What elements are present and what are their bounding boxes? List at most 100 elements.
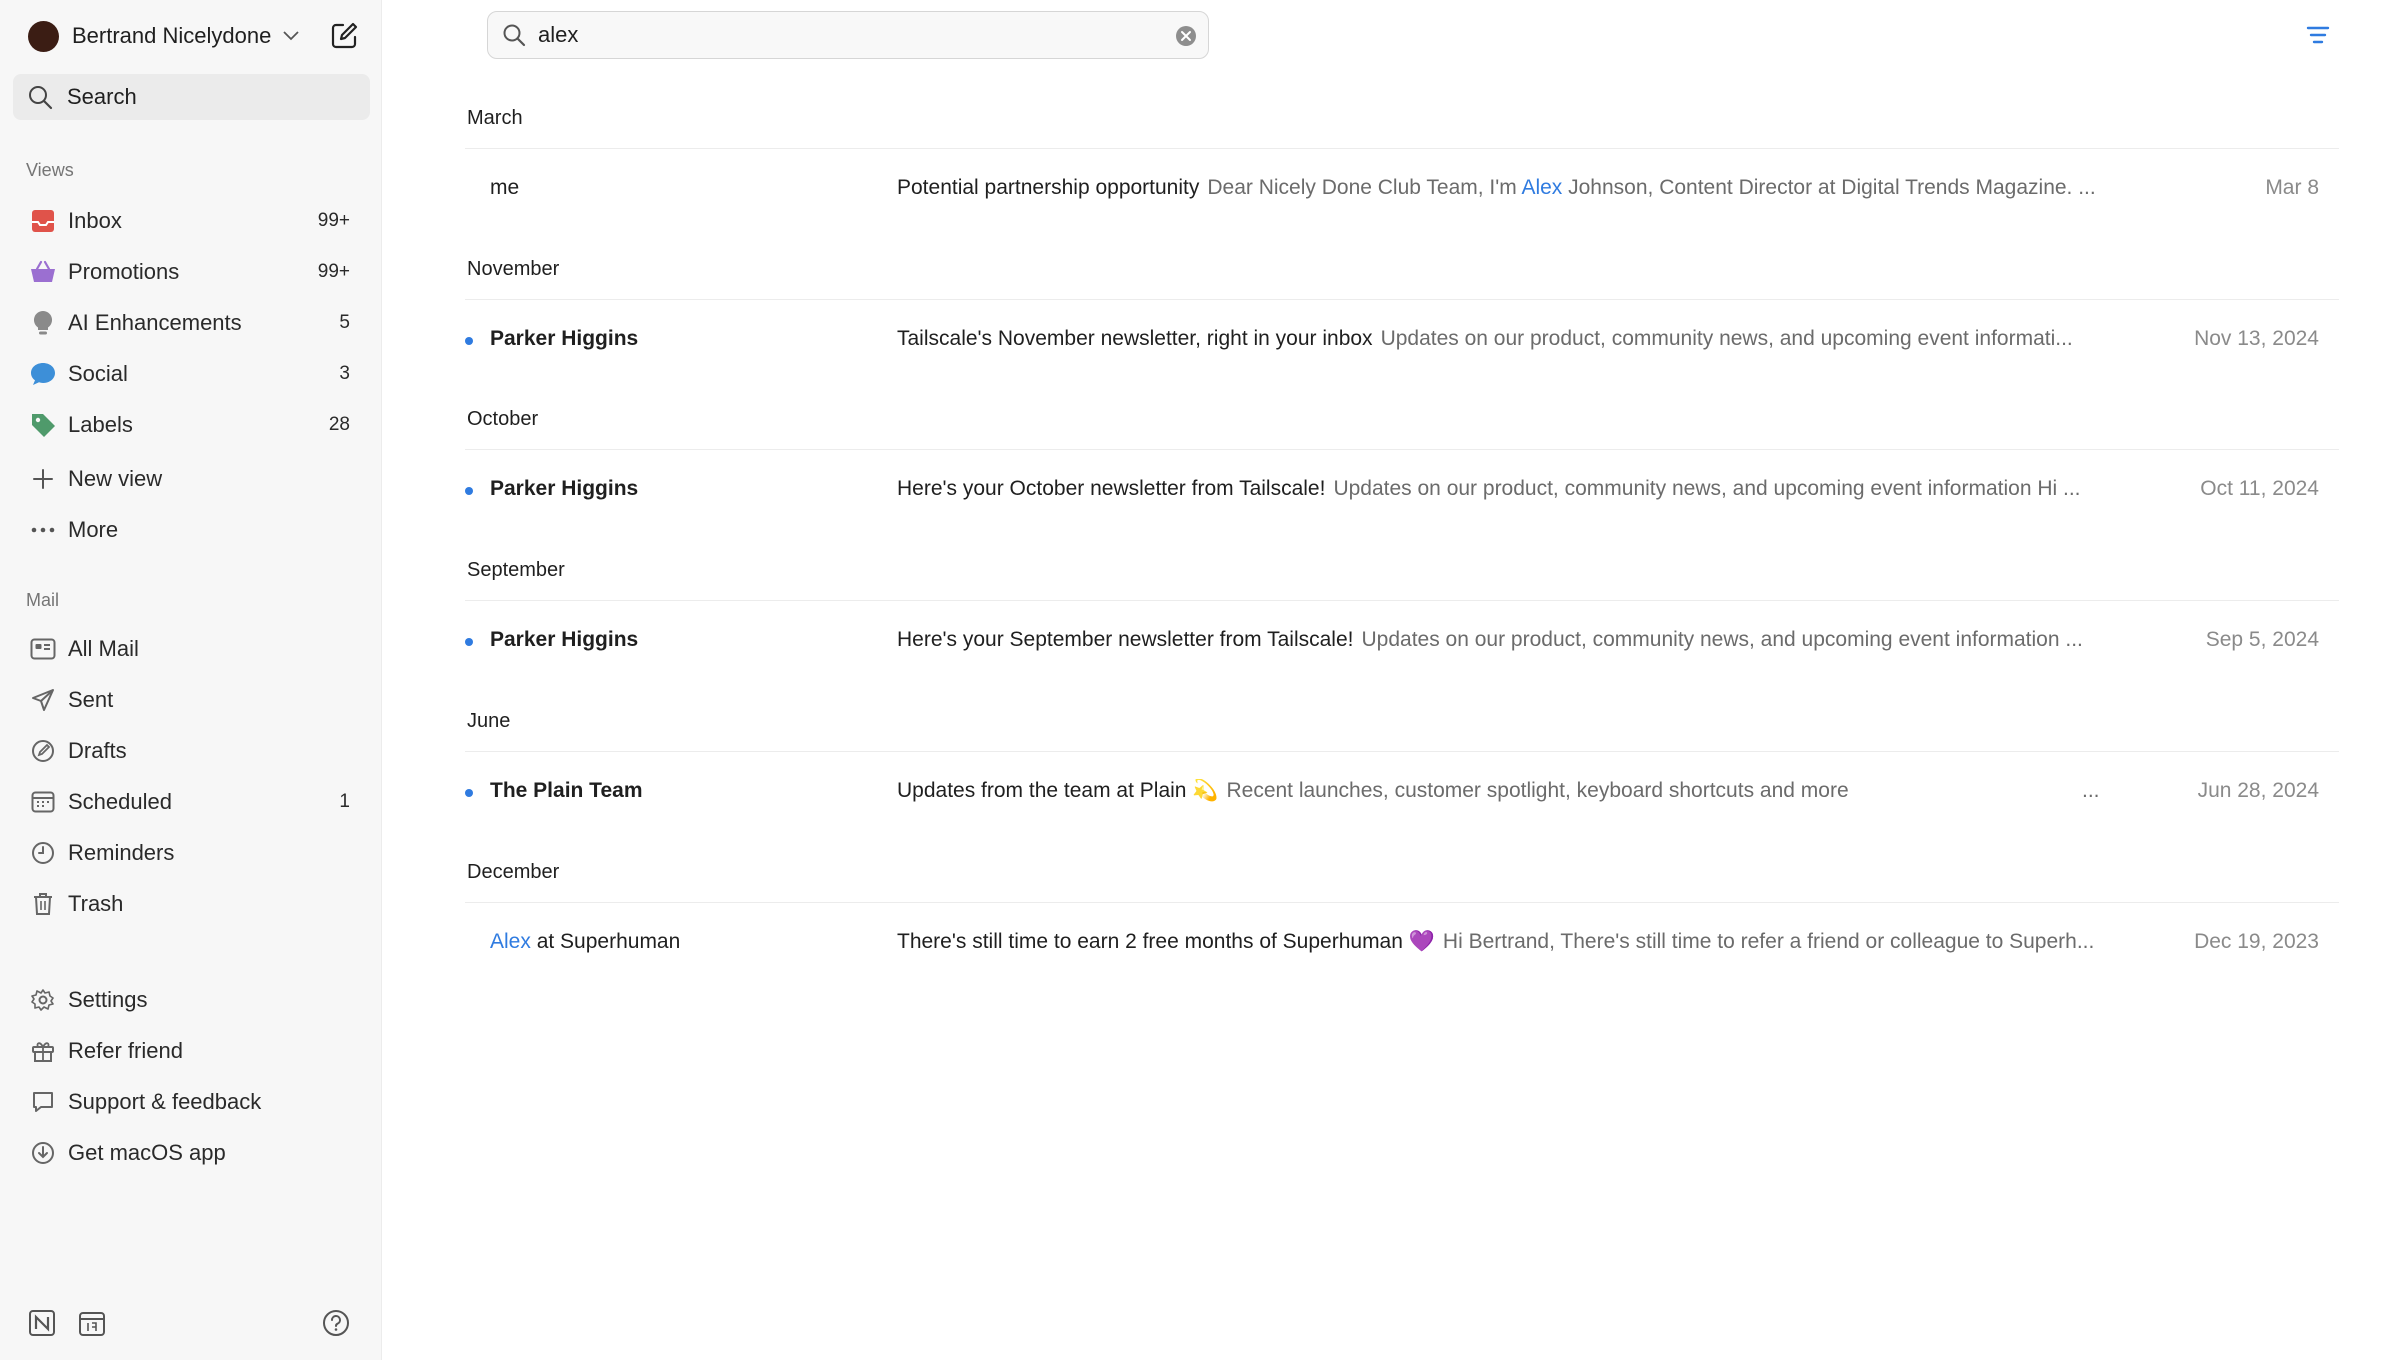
email-row[interactable]: me Potential partnership opportunity Dear… <box>465 160 2339 220</box>
new-view-button[interactable]: New view <box>13 456 370 502</box>
sidebar-item-label: Refer friend <box>68 1038 183 1063</box>
search-input[interactable] <box>538 22 1138 48</box>
email-subject: Potential partnership opportunity <box>897 176 1200 199</box>
sidebar-item-drafts[interactable]: Drafts <box>13 728 370 774</box>
notion-icon[interactable] <box>28 1309 56 1342</box>
email-row[interactable]: Alex at Superhuman There's still time to… <box>465 914 2339 974</box>
sidebar-item-label: Get macOS app <box>68 1140 226 1165</box>
group-header-november: November <box>467 258 560 280</box>
more-label: More <box>68 517 119 542</box>
email-subject: Tailscale's November newsletter, right i… <box>897 327 1373 350</box>
promotions-count: 99+ <box>317 261 350 282</box>
labels-count: 28 <box>328 414 350 435</box>
search-field[interactable] <box>487 11 1209 59</box>
chevron-down-icon[interactable] <box>283 26 303 46</box>
email-subject-line: Here's your October newsletter from Tail… <box>897 477 2135 501</box>
lightbulb-icon <box>29 309 57 337</box>
account-name: Bertrand Nicelydone <box>72 23 272 48</box>
clock-icon <box>29 839 57 867</box>
group-divider <box>465 148 2339 149</box>
sidebar-item-settings[interactable]: Settings <box>13 977 370 1023</box>
sidebar-item-label: Social <box>68 361 128 386</box>
sidebar-item-label: AI Enhancements <box>68 310 242 335</box>
more-button[interactable]: More <box>13 507 370 553</box>
compose-icon[interactable] <box>329 21 359 51</box>
sidebar-item-get-macos-app[interactable]: Get macOS app <box>13 1130 370 1176</box>
email-row[interactable]: The Plain Team Updates from the team at … <box>465 763 2339 823</box>
sidebar-item-ai-enhancements[interactable]: AI Enhancements 5 <box>13 300 370 346</box>
sidebar-item-sent[interactable]: Sent <box>13 677 370 723</box>
calendar-icon <box>29 788 57 816</box>
search-button[interactable]: Search <box>13 74 370 120</box>
email-subject: There's still time to earn 2 free months… <box>897 930 1435 953</box>
avatar[interactable] <box>28 20 59 52</box>
sidebar-item-trash[interactable]: Trash <box>13 881 370 927</box>
sidebar-item-scheduled[interactable]: Scheduled 1 <box>13 779 370 825</box>
sidebar-item-reminders[interactable]: Reminders <box>13 830 370 876</box>
search-icon <box>29 86 53 110</box>
gift-icon <box>29 1037 57 1065</box>
sidebar-item-label: Trash <box>68 891 124 916</box>
group-divider <box>465 299 2339 300</box>
unread-dot <box>465 487 473 495</box>
search-button-label: Search <box>67 84 137 109</box>
more-dots-icon <box>29 516 57 544</box>
group-divider <box>465 600 2339 601</box>
email-subject-line: Tailscale's November newsletter, right i… <box>897 327 2135 351</box>
unread-dot <box>465 638 473 646</box>
sidebar-item-label: Support & feedback <box>68 1089 262 1114</box>
group-header-march: March <box>467 107 523 129</box>
sidebar-item-inbox[interactable]: Inbox 99+ <box>13 198 370 244</box>
email-preview: Updates on our product, community news, … <box>1333 477 2081 500</box>
group-header-september: September <box>467 559 565 581</box>
email-subject-line: Potential partnership opportunity Dear Ni… <box>897 176 2135 200</box>
email-date: Mar 8 <box>2265 176 2319 199</box>
inbox-icon <box>29 207 57 235</box>
sidebar-item-refer-friend[interactable]: Refer friend <box>13 1028 370 1074</box>
group-divider <box>465 449 2339 450</box>
calendar-app-icon[interactable] <box>78 1309 106 1342</box>
filter-icon[interactable] <box>2306 24 2330 46</box>
tag-icon <box>29 411 57 439</box>
group-divider <box>465 902 2339 903</box>
search-highlight: Alex <box>1521 176 1563 199</box>
email-preview: Dear Nicely Done Club Team, I'm Alex Joh… <box>1207 176 2096 199</box>
sidebar-item-labels[interactable]: Labels 28 <box>13 402 370 448</box>
sidebar-item-label: Sent <box>68 687 114 712</box>
email-date: Sep 5, 2024 <box>2205 628 2319 651</box>
sidebar: Bertrand Nicelydone Search Views Inbox 9… <box>0 0 382 1360</box>
email-row[interactable]: Parker Higgins Tailscale's November news… <box>465 311 2339 371</box>
sidebar-item-label: Reminders <box>68 840 175 865</box>
email-subject-line: Updates from the team at Plain 💫 Recent l… <box>897 779 2135 803</box>
email-sender: The Plain Team <box>490 779 643 802</box>
trash-icon <box>29 890 57 918</box>
plus-icon <box>29 465 57 493</box>
help-icon[interactable] <box>322 1309 350 1342</box>
email-date: Nov 13, 2024 <box>2194 327 2319 350</box>
email-sender: Parker Higgins <box>490 477 639 500</box>
sidebar-item-label: Drafts <box>68 738 127 763</box>
search-icon <box>503 24 526 47</box>
sidebar-item-promotions[interactable]: Promotions 99+ <box>13 249 370 295</box>
sidebar-item-all-mail[interactable]: All Mail <box>13 626 370 672</box>
social-count: 3 <box>339 363 350 384</box>
email-preview: Hi Bertrand, There's still time to refer… <box>1442 930 2095 953</box>
all-mail-icon <box>29 635 57 663</box>
drafts-icon <box>29 737 57 765</box>
email-row[interactable]: Parker Higgins Here's your October newsl… <box>465 461 2339 521</box>
email-subject-line: Here's your September newsletter from Ta… <box>897 628 2135 652</box>
sidebar-item-label: Labels <box>68 412 133 437</box>
account-switcher[interactable]: Bertrand Nicelydone <box>28 18 303 54</box>
sidebar-item-support[interactable]: Support & feedback <box>13 1079 370 1125</box>
basket-icon <box>29 258 57 286</box>
sidebar-item-label: Settings <box>68 987 148 1012</box>
group-header-october: October <box>467 408 539 430</box>
sidebar-item-label: Inbox <box>68 208 122 233</box>
sidebar-item-label: All Mail <box>68 636 139 661</box>
email-row[interactable]: Parker Higgins Here's your September new… <box>465 612 2339 672</box>
speech-bubble-icon <box>29 1088 57 1116</box>
clear-search-icon[interactable] <box>1174 24 1198 48</box>
sidebar-item-social[interactable]: Social 3 <box>13 351 370 397</box>
chat-bubble-icon <box>29 360 57 388</box>
email-subject: Here's your October newsletter from Tail… <box>897 477 1326 500</box>
